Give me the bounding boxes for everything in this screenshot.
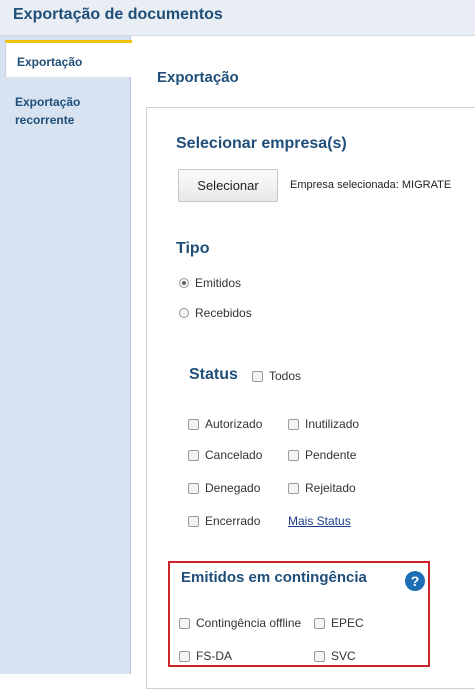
checkbox-denegado-label: Denegado bbox=[205, 481, 261, 495]
contingencia-section-title: Emitidos em contingência bbox=[181, 569, 367, 586]
tab-exportacao[interactable]: Exportação bbox=[5, 40, 132, 77]
checkbox-pendente-label: Pendente bbox=[305, 448, 357, 462]
tab-exportacao-recorrente[interactable]: Exportação recorrente bbox=[15, 93, 125, 129]
checkbox-encerrado[interactable]: Encerrado bbox=[188, 514, 260, 528]
checkbox-contingencia-offline-label: Contingência offline bbox=[196, 616, 302, 630]
checkbox-denegado[interactable]: Denegado bbox=[188, 481, 260, 495]
checkbox-denegado-control[interactable] bbox=[188, 482, 199, 494]
checkbox-rejeitado-label: Rejeitado bbox=[305, 481, 356, 495]
checkbox-contingencia-offline[interactable]: Contingência offline bbox=[179, 616, 301, 630]
checkbox-autorizado-label: Autorizado bbox=[205, 417, 263, 431]
selecionar-button[interactable]: Selecionar bbox=[178, 169, 278, 202]
status-section-title: Status bbox=[189, 366, 238, 383]
checkbox-epec-label: EPEC bbox=[331, 616, 364, 630]
empresa-section-title: Selecionar empresa(s) bbox=[176, 135, 347, 152]
checkbox-cancelado-control[interactable] bbox=[188, 449, 199, 461]
radio-recebidos[interactable]: Recebidos bbox=[179, 306, 252, 320]
checkbox-epec[interactable]: EPEC bbox=[314, 616, 364, 630]
checkbox-autorizado-control[interactable] bbox=[188, 418, 199, 430]
checkbox-epec-control[interactable] bbox=[314, 617, 325, 629]
checkbox-pendente[interactable]: Pendente bbox=[288, 448, 356, 462]
page-title: Exportação bbox=[157, 69, 239, 86]
checkbox-fs-da[interactable]: FS-DA bbox=[179, 649, 232, 663]
checkbox-todos-label: Todos bbox=[269, 369, 302, 383]
window-title: Exportação de documentos bbox=[13, 6, 223, 23]
checkbox-cancelado[interactable]: Cancelado bbox=[188, 448, 262, 462]
checkbox-inutilizado-label: Inutilizado bbox=[305, 417, 360, 431]
checkbox-encerrado-label: Encerrado bbox=[205, 514, 261, 528]
checkbox-svc-control[interactable] bbox=[314, 650, 325, 662]
checkbox-fs-da-control[interactable] bbox=[179, 650, 190, 662]
radio-emitidos-control[interactable] bbox=[179, 278, 189, 288]
tab-exportacao-label: Exportação bbox=[17, 55, 83, 69]
empresa-selecionada-text: Empresa selecionada: MIGRATE bbox=[290, 179, 452, 191]
checkbox-fs-da-label: FS-DA bbox=[196, 649, 232, 663]
checkbox-autorizado[interactable]: Autorizado bbox=[188, 417, 262, 431]
checkbox-cancelado-label: Cancelado bbox=[205, 448, 263, 462]
sidebar: Exportação Exportação recorrente bbox=[0, 36, 132, 674]
checkbox-rejeitado[interactable]: Rejeitado bbox=[288, 481, 356, 495]
checkbox-svc-label: SVC bbox=[331, 649, 356, 663]
checkbox-inutilizado-control[interactable] bbox=[288, 418, 299, 430]
mais-status-link[interactable]: Mais Status bbox=[288, 514, 351, 528]
radio-recebidos-control[interactable] bbox=[179, 308, 189, 318]
checkbox-todos-control[interactable] bbox=[252, 370, 263, 382]
tipo-section-title: Tipo bbox=[176, 240, 210, 257]
radio-recebidos-label: Recebidos bbox=[195, 306, 252, 320]
checkbox-rejeitado-control[interactable] bbox=[288, 482, 299, 494]
help-icon[interactable]: ? bbox=[405, 571, 425, 591]
radio-emitidos[interactable]: Emitidos bbox=[179, 276, 241, 290]
checkbox-inutilizado[interactable]: Inutilizado bbox=[288, 417, 359, 431]
checkbox-pendente-control[interactable] bbox=[288, 449, 299, 461]
radio-emitidos-label: Emitidos bbox=[195, 276, 242, 290]
title-bar: Exportação de documentos bbox=[0, 0, 475, 36]
checkbox-todos[interactable]: Todos bbox=[252, 369, 301, 383]
checkbox-contingencia-offline-control[interactable] bbox=[179, 617, 190, 629]
checkbox-encerrado-control[interactable] bbox=[188, 515, 199, 527]
checkbox-svc[interactable]: SVC bbox=[314, 649, 356, 663]
